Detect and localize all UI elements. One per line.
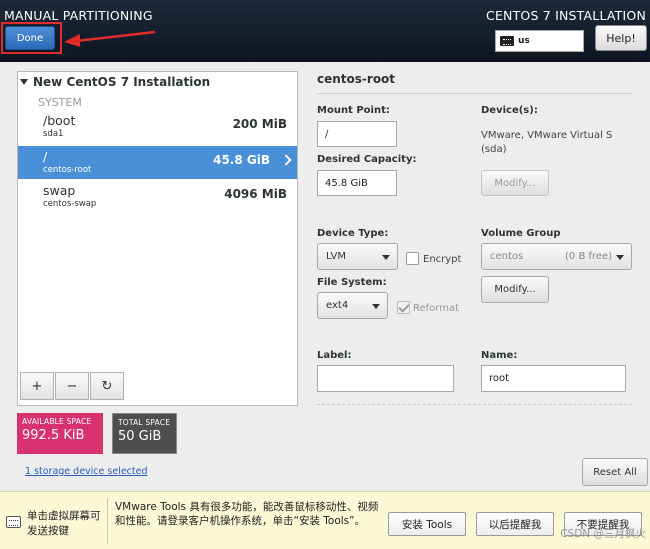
devices-value: VMware, VMware Virtual S (sda) bbox=[481, 129, 612, 157]
device-type-select[interactable]: LVM bbox=[317, 243, 398, 270]
file-system-select[interactable]: ext4 bbox=[317, 292, 388, 319]
reformat-checkbox[interactable] bbox=[397, 301, 410, 314]
selected-partition-title: centos-root bbox=[317, 72, 396, 86]
available-space-box: AVAILABLE SPACE 992.5 KiB bbox=[17, 413, 103, 454]
header-bar: MANUAL PARTITIONING CENTOS 7 INSTALLATIO… bbox=[0, 0, 650, 62]
done-button[interactable]: Done bbox=[5, 26, 55, 50]
device-modify-button[interactable]: Modify... bbox=[481, 170, 549, 196]
partition-name: /boot bbox=[43, 113, 76, 128]
page-title: MANUAL PARTITIONING bbox=[4, 8, 153, 23]
mount-point-label: Mount Point: bbox=[317, 105, 390, 116]
available-space-value: 992.5 KiB bbox=[22, 428, 85, 443]
reset-all-button[interactable]: Reset All bbox=[582, 458, 648, 486]
vmware-message: VMware Tools 具有很多功能，能改善鼠标移动性、视频和性能。请登录客户… bbox=[115, 501, 379, 527]
volume-group-modify-button[interactable]: Modify... bbox=[481, 276, 549, 303]
form-divider bbox=[317, 404, 632, 405]
volume-group-select[interactable]: centos (0 B free) bbox=[481, 243, 632, 270]
total-space-label: TOTAL SPACE bbox=[118, 418, 171, 427]
partition-row-swap[interactable]: swap centos-swap 4096 MiB bbox=[18, 180, 297, 213]
csdn-watermark: CSDN @三月枫火 bbox=[560, 528, 646, 540]
label-input[interactable] bbox=[317, 365, 454, 392]
installation-label: New CentOS 7 Installation bbox=[33, 75, 211, 89]
partition-name: / bbox=[43, 149, 48, 164]
partition-row-boot[interactable]: /boot sda1 200 MiB bbox=[18, 110, 297, 143]
volume-group-value: centos bbox=[490, 251, 524, 262]
devices-value-line2: (sda) bbox=[481, 144, 507, 155]
storage-device-link[interactable]: 1 storage device selected bbox=[25, 466, 148, 477]
available-space-label: AVAILABLE SPACE bbox=[22, 417, 92, 426]
add-partition-button[interactable]: + bbox=[20, 372, 54, 400]
name-input[interactable]: root bbox=[481, 365, 626, 392]
vmware-tools-bar: 单击虚拟屏幕可发送按键 VMware Tools 具有很多功能，能改善鼠标移动性… bbox=[0, 491, 650, 549]
dropdown-arrow-icon bbox=[372, 304, 380, 309]
install-tools-button[interactable]: 安装 Tools bbox=[388, 512, 466, 536]
refresh-button[interactable]: ↻ bbox=[90, 372, 124, 400]
arrow-left-icon bbox=[64, 30, 156, 47]
mount-point-input[interactable]: / bbox=[317, 121, 397, 147]
keyboard-layout-indicator[interactable]: us bbox=[495, 30, 584, 52]
help-button[interactable]: Help! bbox=[595, 25, 647, 51]
desired-capacity-input[interactable]: 45.8 GiB bbox=[317, 170, 397, 196]
chevron-right-icon bbox=[280, 154, 292, 166]
partition-size: 45.8 GiB bbox=[213, 153, 270, 167]
keyboard-icon bbox=[500, 36, 514, 46]
total-space-box: TOTAL SPACE 50 GiB bbox=[112, 413, 177, 454]
total-space-value: 50 GiB bbox=[118, 429, 162, 444]
label-field-label: Label: bbox=[317, 350, 352, 361]
partition-tree: New CentOS 7 Installation SYSTEM /boot s… bbox=[17, 71, 298, 406]
expander-triangle-icon bbox=[20, 79, 28, 85]
desired-capacity-label: Desired Capacity: bbox=[317, 154, 417, 165]
partition-size: 200 MiB bbox=[232, 117, 287, 131]
volume-group-label: Volume Group bbox=[481, 228, 561, 239]
group-label-system: SYSTEM bbox=[38, 96, 82, 109]
encrypt-checkbox[interactable] bbox=[406, 252, 419, 265]
devices-value-line1: VMware, VMware Virtual S bbox=[481, 130, 613, 141]
partition-device: sda1 bbox=[43, 129, 64, 139]
volume-group-free: (0 B free) bbox=[565, 251, 613, 262]
remove-partition-button[interactable]: − bbox=[55, 372, 89, 400]
file-system-value: ext4 bbox=[326, 300, 349, 311]
vmware-hint-text: 单击虚拟屏幕可发送按键 bbox=[27, 510, 101, 537]
encrypt-label: Encrypt bbox=[423, 254, 462, 265]
partition-row-root[interactable]: / centos-root 45.8 GiB bbox=[18, 146, 297, 179]
partition-name: swap bbox=[43, 183, 76, 198]
partition-device: centos-root bbox=[43, 165, 92, 175]
partition-device: centos-swap bbox=[43, 199, 97, 209]
dropdown-arrow-icon bbox=[382, 255, 390, 260]
device-type-label: Device Type: bbox=[317, 228, 389, 239]
devices-label: Device(s): bbox=[481, 105, 538, 116]
reformat-label: Reformat bbox=[413, 303, 460, 314]
product-title: CENTOS 7 INSTALLATION bbox=[486, 8, 646, 23]
keyboard-layout-label: us bbox=[518, 36, 530, 46]
title-divider bbox=[317, 93, 632, 94]
keyboard-icon bbox=[6, 516, 21, 528]
installation-expander[interactable]: New CentOS 7 Installation bbox=[20, 75, 210, 89]
remind-later-button[interactable]: 以后提醒我 bbox=[476, 512, 554, 536]
name-field-label: Name: bbox=[481, 350, 518, 361]
vmware-separator bbox=[107, 498, 108, 544]
file-system-label: File System: bbox=[317, 277, 387, 288]
device-type-value: LVM bbox=[326, 251, 346, 262]
partition-size: 4096 MiB bbox=[224, 187, 287, 201]
dropdown-arrow-icon bbox=[616, 255, 624, 260]
